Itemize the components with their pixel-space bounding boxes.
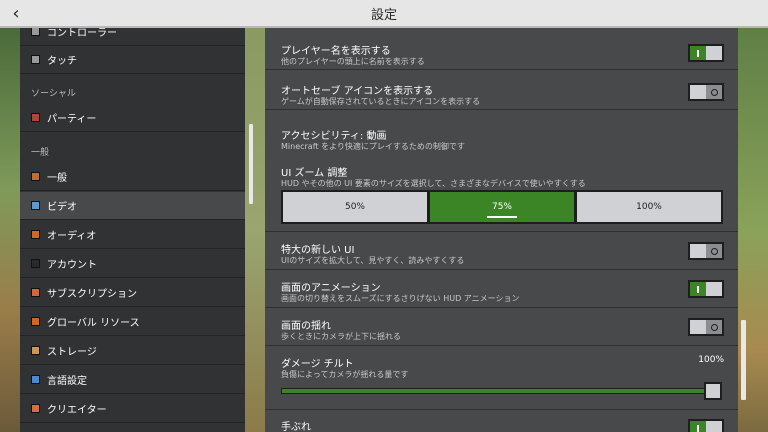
main-scrollbar[interactable] [741,320,746,400]
setting-row-damage-tilt: ダメージ チルト 負傷によってカメラが揺れる量です 100% [265,346,738,410]
sidebar-item-label: アカウント [47,260,97,271]
sidebar-item-label: コントローラー [47,28,117,39]
ui-zoom-option-100[interactable]: 100% [575,190,723,224]
setting-row-screen-animations: 画面のアニメーション 画面の切り替えをスムーズにするさりげない HUD アニメー… [265,270,738,308]
sidebar-item-creator[interactable]: クリエイター [20,395,245,423]
setting-title: UI ズーム 調整 [281,168,348,179]
sidebar-item-label: ストレージ [47,347,97,358]
toggle-on-indicator-icon [697,49,699,57]
sidebar-item-video[interactable]: ビデオ [20,192,245,220]
setting-row-camera-shake: 手ぶれ [265,410,738,432]
sidebar-item-label: パーティー [47,114,97,125]
sidebar-item-label: クリエイター [47,405,107,416]
section-header-general: 一般 [31,148,50,158]
section-description: Minecraft をより快適にプレイするための制御です [281,142,465,151]
screen-animations-toggle[interactable] [688,280,724,298]
setting-description: ゲームが自動保存されているときにアイコンを表示する [281,97,481,106]
audio-icon [31,230,40,239]
ui-zoom-option-50[interactable]: 50% [281,190,429,224]
sidebar-item-language[interactable]: 言語設定 [20,366,245,394]
autosave-icon-toggle[interactable] [688,83,724,101]
sidebar-item-touch[interactable]: タッチ [20,46,245,74]
title-bar: ‹ 設定 [0,0,768,28]
sidebar-item-global-resources[interactable]: グローバル リソース [20,308,245,336]
sidebar-item-label: グローバル リソース [47,318,140,329]
setting-description: 歩くときにカメラが上下に揺れる [281,332,401,341]
sidebar-item-party[interactable]: パーティー [20,104,245,132]
toggle-off-indicator-icon [710,247,718,255]
selected-underline [487,216,517,218]
setting-title: プレイヤー名を表示する [281,46,391,57]
setting-row-autosave-icon: オートセーブ アイコンを表示する ゲームが自動保存されているときにアイコンを表示… [265,70,738,110]
sidebar-item-audio[interactable]: オーディオ [20,221,245,249]
account-icon [31,259,40,268]
sidebar-item-subscription[interactable]: サブスクリプション [20,279,245,307]
section-header-social: ソーシャル [31,89,76,99]
setting-title: 画面の揺れ [281,321,331,332]
large-ui-toggle[interactable] [688,242,724,260]
creator-icon [31,404,40,413]
language-icon [31,375,40,384]
sidebar-item-label: オーディオ [47,231,97,242]
setting-description: 負傷によってカメラが揺れる量です [281,370,409,379]
ui-zoom-option-75[interactable]: 75% [428,190,576,224]
camera-shake-toggle[interactable] [688,419,724,432]
touch-icon [31,55,40,64]
sidebar-item-account[interactable]: アカウント [20,250,245,278]
controller-icon [31,28,40,36]
toggle-off-indicator-icon [710,88,718,96]
setting-title: 特大の新しい UI [281,245,355,256]
setting-description: 画面の切り替えをスムーズにするさりげない HUD アニメーション [281,294,520,303]
sidebar-item-storage[interactable]: ストレージ [20,337,245,365]
view-bobbing-toggle[interactable] [688,318,724,336]
party-icon [31,113,40,122]
setting-description: HUD やその他の UI 要素のサイズを選択して、さまざまなデバイスで使いやすく… [281,179,586,188]
subscription-icon [31,288,40,297]
page-title: 設定 [370,7,397,23]
setting-title: 画面のアニメーション [281,283,381,294]
option-label: 75% [491,202,512,212]
setting-title: オートセーブ アイコンを表示する [281,86,434,97]
sidebar-item-label: ビデオ [47,202,77,213]
toggle-off-indicator-icon [710,323,718,331]
settings-sidebar: コントローラー タッチ ソーシャル パーティー 一般 一般 ビデオ オーディオ … [20,28,245,432]
damage-tilt-slider-track[interactable] [281,388,711,394]
setting-row-large-ui: 特大の新しい UI UIのサイズを拡大して、見やすく、読みやすくする [265,232,738,270]
global-resources-icon [31,317,40,326]
damage-tilt-value: 100% [698,355,724,365]
video-settings-panel: プレイヤー名を表示する 他のプレイヤーの頭上に名前を表示する オートセーブ アイ… [265,28,738,432]
option-label: 100% [636,202,662,212]
setting-row-show-player-name: プレイヤー名を表示する 他のプレイヤーの頭上に名前を表示する [265,28,738,70]
sidebar-item-controller[interactable]: コントローラー [20,28,245,46]
damage-tilt-slider-thumb[interactable] [704,382,722,400]
accessibility-section-header: アクセシビリティ: 動画 Minecraft をより快適にプレイするための制御で… [265,110,738,156]
sidebar-item-label: 言語設定 [47,376,87,387]
background-scenery-left [0,28,20,432]
toggle-on-indicator-icon [697,424,699,432]
section-title: アクセシビリティ: 動画 [281,131,387,142]
option-label: 50% [344,202,365,212]
show-player-name-toggle[interactable] [688,44,724,62]
sidebar-item-label: タッチ [47,56,77,67]
sidebar-item-label: サブスクリプション [47,289,137,300]
setting-title: 手ぶれ [281,422,311,432]
general-icon [31,172,40,181]
setting-description: 他のプレイヤーの頭上に名前を表示する [281,57,425,66]
back-chevron-icon[interactable]: ‹ [6,4,26,24]
sidebar-scrollbar[interactable] [249,124,253,204]
setting-description: UIのサイズを拡大して、見やすく、読みやすくする [281,256,465,265]
setting-row-view-bobbing: 画面の揺れ 歩くときにカメラが上下に揺れる [265,308,738,346]
video-icon [31,201,40,210]
background-scenery-middle [245,28,265,432]
sidebar-item-general[interactable]: 一般 [20,163,245,191]
sidebar-item-label: 一般 [47,173,67,184]
setting-title: ダメージ チルト [281,359,354,370]
toggle-on-indicator-icon [697,285,699,293]
storage-icon [31,346,40,355]
